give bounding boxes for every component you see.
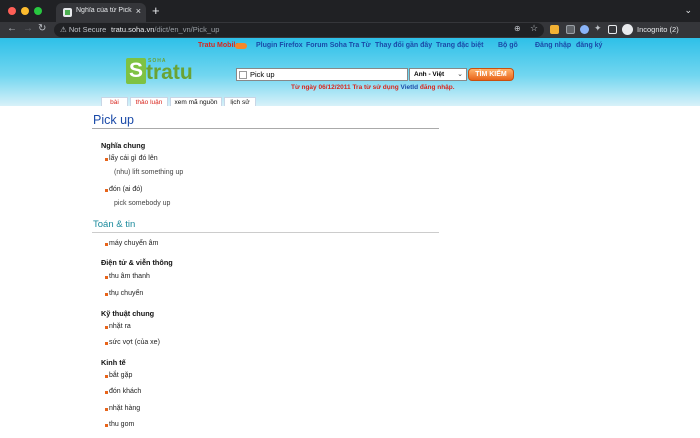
address-bar[interactable]: ⚠ Not Secure tratu.soha.vn/dict/en_vn/Pi… xyxy=(54,23,544,37)
browser-tab[interactable]: Nghĩa của từ Pick up - Từ điển × xyxy=(56,3,146,22)
meaning-text: thu gom xyxy=(109,421,135,428)
new-badge-icon xyxy=(235,43,247,49)
extension-screenshot-icon[interactable] xyxy=(566,25,575,34)
nav-recent-changes-link[interactable]: Thay đổi gần đây xyxy=(375,42,432,49)
nav-register-link[interactable]: đăng ký xyxy=(576,42,602,49)
meaning-item: nhặt hàng xyxy=(105,405,140,412)
entry-headword: Pick up xyxy=(93,113,134,127)
browser-tabstrip: Nghĩa của từ Pick up - Từ điển × + ⌄ xyxy=(0,0,700,22)
bookmark-star-icon[interactable]: ☆ xyxy=(530,23,538,34)
not-secure-label[interactable]: ⚠ Not Secure xyxy=(60,25,106,34)
tab-search-chevron-icon[interactable]: ⌄ xyxy=(684,5,692,16)
nav-special-pages-link[interactable]: Trang đặc biệt xyxy=(436,42,483,49)
logo-s-mark: S xyxy=(126,58,146,84)
meaning-item: thu gom xyxy=(105,421,134,428)
side-panel-icon[interactable] xyxy=(608,25,617,34)
tab-title: Nghĩa của từ Pick up - Từ điển xyxy=(76,7,132,14)
browser-toolbar: ← → ↻ ⚠ Not Secure tratu.soha.vn/dict/en… xyxy=(0,22,700,38)
meaning-item: thụ chuyển xyxy=(105,290,143,297)
forward-arrow-icon[interactable]: → xyxy=(23,23,33,34)
login-notice: Từ ngày 06/12/2011 Tra từ sử dụng VietId… xyxy=(291,84,455,91)
meaning-text: lấy cái gì đó lên xyxy=(109,155,158,162)
meaning-text: đón khách xyxy=(109,388,142,395)
general-meaning-heading: Nghĩa chung xyxy=(101,141,146,150)
meaning-text: thu âm thanh xyxy=(109,273,150,280)
category-heading: Toán & tin xyxy=(93,219,136,230)
dictionary-select-value: Anh - Việt xyxy=(414,71,445,78)
nav-plugin-firefox-link[interactable]: Plugin Firefox xyxy=(256,42,303,49)
meaning-item: đón khách xyxy=(105,388,141,395)
extension-link-icon[interactable] xyxy=(580,25,589,34)
url-host: tratu.soha.vn xyxy=(111,25,155,34)
extensions-puzzle-icon[interactable]: ✦ xyxy=(594,23,602,34)
meaning-item: nhặt ra xyxy=(105,323,131,330)
nav-typing-tool-link[interactable]: Bộ gõ xyxy=(498,42,518,49)
incognito-profile-button[interactable]: Incognito (2) xyxy=(622,24,694,36)
nav-login-link[interactable]: Đăng nhập xyxy=(535,42,571,49)
search-box[interactable] xyxy=(236,68,408,81)
meaning-text: nhặt ra xyxy=(109,323,131,330)
minimize-window-button[interactable] xyxy=(21,7,29,15)
headword-divider xyxy=(92,128,439,129)
site-favicon-icon xyxy=(63,8,72,17)
meaning-item: lấy cái gì đó lên xyxy=(105,155,158,162)
reload-icon[interactable]: ↻ xyxy=(38,23,46,34)
meaning-item: sức vợt (của xe) xyxy=(105,339,160,346)
incognito-avatar-icon xyxy=(622,24,633,35)
broken-image-icon xyxy=(239,71,247,79)
back-arrow-icon[interactable]: ← xyxy=(7,23,17,34)
category-divider xyxy=(92,232,439,233)
meaning-text: thụ chuyển xyxy=(109,290,144,297)
section-heading: Kinh tế xyxy=(101,358,126,367)
close-window-button[interactable] xyxy=(8,7,16,15)
web-page: Tratu Mobile Plugin Firefox Forum Soha T… xyxy=(0,38,700,438)
dictionary-select[interactable]: Anh - Việt ⌄ xyxy=(409,68,467,81)
maximize-window-button[interactable] xyxy=(34,7,42,15)
section-heading: Điện tử & viễn thông xyxy=(101,258,173,267)
new-tab-button[interactable]: + xyxy=(152,3,160,18)
tab-discussion[interactable]: thảo luận xyxy=(130,97,168,106)
tab-view-source[interactable]: xem mã nguồn xyxy=(170,97,222,106)
tab-article[interactable]: bài xyxy=(101,97,128,106)
meaning-item: bắt gặp xyxy=(105,372,132,379)
chevron-down-icon: ⌄ xyxy=(457,71,463,78)
meaning-text: nhặt hàng xyxy=(109,405,141,412)
example-text: (nhu) lift something up xyxy=(114,169,184,176)
site-logo[interactable]: S SOHA tratu xyxy=(126,58,206,88)
search-button[interactable]: TÌM KIẾM xyxy=(468,68,514,81)
meaning-text: đón (ai đó) xyxy=(109,186,143,193)
vietid-link[interactable]: VietId xyxy=(401,84,419,91)
notice-suffix: đăng nhập. xyxy=(418,84,455,91)
nav-tratu-mobile-link[interactable]: Tratu Mobile xyxy=(198,42,239,49)
url-text[interactable]: tratu.soha.vn/dict/en_vn/Pick_up xyxy=(111,25,219,34)
meaning-item: máy chuyển âm xyxy=(105,240,158,247)
example-text: pick somebody up xyxy=(114,200,171,207)
incognito-label: Incognito (2) xyxy=(637,25,679,34)
section-heading: Kỹ thuật chung xyxy=(101,309,155,318)
meaning-text: máy chuyển âm xyxy=(109,240,159,247)
meaning-text: bắt gặp xyxy=(109,372,133,379)
tab-history[interactable]: lịch sử xyxy=(224,97,256,106)
meaning-item: thu âm thanh xyxy=(105,273,150,280)
nav-forum-link[interactable]: Forum Soha Tra Từ xyxy=(306,42,371,49)
close-tab-icon[interactable]: × xyxy=(136,6,141,16)
logo-tratu-text: tratu xyxy=(146,61,193,84)
extension-honey-icon[interactable] xyxy=(550,25,559,34)
meaning-item: đón (ai đó) xyxy=(105,186,142,193)
meaning-text: sức vợt (của xe) xyxy=(109,339,160,346)
zoom-icon[interactable]: ⊕ xyxy=(514,24,521,33)
search-input[interactable] xyxy=(250,69,405,80)
url-path: /dict/en_vn/Pick_up xyxy=(154,25,220,34)
notice-prefix: Từ ngày 06/12/2011 Tra từ sử dụng xyxy=(291,84,401,91)
